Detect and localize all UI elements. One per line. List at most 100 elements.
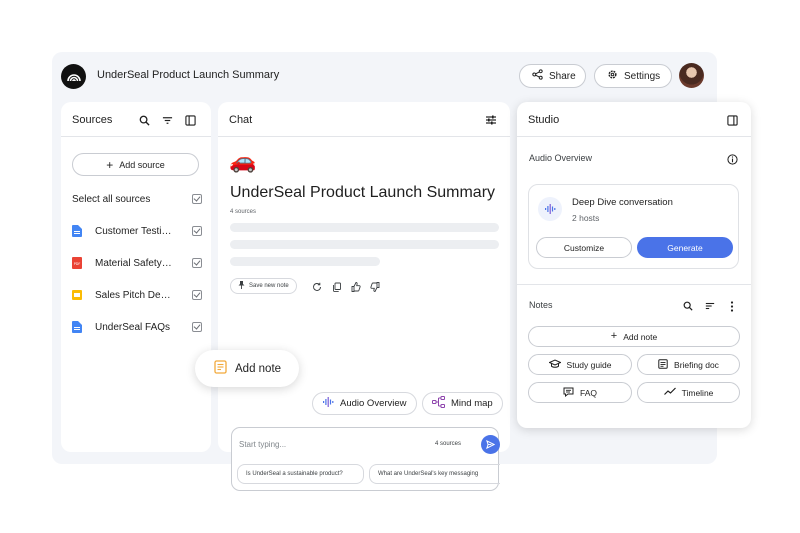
timeline-icon (663, 387, 676, 398)
notebook-title: UnderSeal Product Launch Summary (97, 69, 280, 81)
faq-icon (563, 387, 574, 399)
suggestion-label: What are UnderSeal's key messaging (378, 471, 479, 477)
slides-icon (72, 290, 82, 300)
sort-icon[interactable] (703, 299, 717, 313)
customize-label: Customize (563, 242, 605, 253)
add-note-button[interactable]: + Add note (528, 326, 740, 347)
chat-input[interactable]: Start typing... (239, 440, 286, 449)
search-icon[interactable] (681, 299, 695, 313)
studio-divider (517, 284, 751, 285)
mind-map-chip[interactable]: Mind map (422, 392, 503, 415)
source-checkbox[interactable] (192, 226, 202, 236)
generate-button[interactable]: Generate (637, 237, 733, 258)
generate-label: Generate (667, 242, 703, 253)
sources-panel: Sources + Add source Select all sources … (61, 102, 211, 452)
copy-icon[interactable] (330, 280, 344, 294)
select-all-label: Select all sources (72, 193, 151, 205)
studio-title: Studio (528, 114, 560, 126)
tune-icon[interactable] (484, 113, 498, 127)
briefing-doc-label: Briefing doc (674, 359, 719, 370)
faq-button[interactable]: FAQ (528, 382, 632, 403)
summary-placeholder-line (230, 240, 499, 249)
select-all-row[interactable]: Select all sources (72, 191, 202, 207)
notebook-emoji: 🚗 (229, 148, 257, 173)
audio-wave-icon (538, 197, 562, 221)
source-checkbox[interactable] (192, 322, 202, 332)
suggestion-chip[interactable]: Is UnderSeal a sustainable product? (237, 464, 364, 484)
top-bar: UnderSeal Product Launch Summary Share S… (52, 52, 717, 100)
send-button[interactable] (481, 435, 500, 454)
chat-title: Chat (229, 114, 253, 126)
settings-button[interactable]: Settings (594, 64, 672, 88)
save-note-label: Save new note (249, 283, 289, 289)
add-source-label: Add source (119, 159, 165, 170)
sources-title: Sources (72, 114, 113, 126)
suggestion-chip[interactable]: What are UnderSeal's key messaging (369, 464, 500, 484)
mind-map-chip-label: Mind map (451, 398, 493, 409)
notes-label: Notes (529, 300, 553, 310)
more-vert-icon[interactable] (725, 299, 739, 313)
source-item[interactable]: UnderSeal FAQs (72, 319, 202, 335)
briefing-doc-icon (658, 358, 668, 371)
plus-icon: + (610, 330, 618, 342)
thumbs-up-icon[interactable] (349, 280, 363, 294)
add-source-button[interactable]: + Add source (72, 153, 199, 176)
doc-icon (72, 321, 82, 333)
filter-icon[interactable] (160, 113, 174, 127)
thumbs-down-icon[interactable] (368, 280, 382, 294)
note-icon (214, 360, 227, 377)
audio-card-subtitle: 2 hosts (572, 213, 600, 223)
source-label: Sales Pitch De… (95, 289, 171, 301)
share-label: Share (549, 70, 576, 82)
svg-text:PDF: PDF (74, 262, 81, 266)
gear-icon (607, 69, 618, 83)
audio-card-title: Deep Dive conversation (572, 197, 673, 208)
refresh-icon[interactable] (310, 280, 324, 294)
add-note-popup[interactable]: Add note (195, 350, 299, 387)
timeline-button[interactable]: Timeline (637, 382, 740, 403)
avatar[interactable] (679, 63, 704, 88)
source-checkbox[interactable] (192, 290, 202, 300)
save-note-button[interactable]: Save new note (230, 278, 297, 294)
doc-icon (72, 225, 82, 237)
chat-composer[interactable]: Start typing... 4 sources Is UnderSeal a… (231, 427, 500, 491)
source-label: Material Safety… (95, 257, 172, 269)
customize-button[interactable]: Customize (536, 237, 632, 258)
search-icon[interactable] (137, 113, 151, 127)
summary-placeholder-line (230, 257, 380, 266)
summary-placeholder-line (230, 223, 499, 232)
source-item[interactable]: PDF Material Safety… (72, 255, 202, 271)
add-note-popup-label: Add note (235, 362, 282, 375)
collapse-panel-icon[interactable] (183, 113, 197, 127)
add-note-label: Add note (623, 331, 658, 342)
pdf-icon: PDF (72, 257, 82, 269)
source-count: 4 sources (230, 209, 257, 215)
select-all-checkbox[interactable] (192, 194, 202, 204)
source-item[interactable]: Sales Pitch De… (72, 287, 202, 303)
chat-panel: Chat 🚗 UnderSeal Product Launch Summary … (218, 102, 510, 491)
study-guide-button[interactable]: Study guide (528, 354, 632, 375)
studio-divider (517, 136, 751, 137)
source-label: UnderSeal FAQs (95, 321, 171, 333)
audio-overview-label: Audio Overview (529, 153, 593, 163)
share-button[interactable]: Share (519, 64, 586, 88)
source-item[interactable]: Customer Testi… (72, 223, 202, 239)
briefing-doc-button[interactable]: Briefing doc (637, 354, 740, 375)
sources-divider (61, 136, 211, 137)
source-checkbox[interactable] (192, 258, 202, 268)
graduation-cap-icon (547, 358, 562, 371)
mind-map-icon (432, 396, 445, 411)
audio-overview-chip[interactable]: Audio Overview (312, 392, 417, 415)
share-icon (532, 69, 543, 83)
audio-wave-icon (322, 396, 334, 411)
chat-divider (218, 136, 510, 137)
notebook-logo-icon[interactable] (61, 64, 86, 89)
pin-icon (238, 281, 245, 291)
collapse-panel-icon[interactable] (725, 113, 739, 127)
study-guide-label: Study guide (566, 359, 612, 370)
info-icon[interactable] (725, 152, 739, 166)
source-label: Customer Testi… (95, 225, 172, 237)
settings-label: Settings (624, 70, 661, 82)
composer-source-count: 4 sources (435, 441, 462, 447)
audio-overview-card: Deep Dive conversation 2 hosts Customize… (528, 184, 739, 269)
